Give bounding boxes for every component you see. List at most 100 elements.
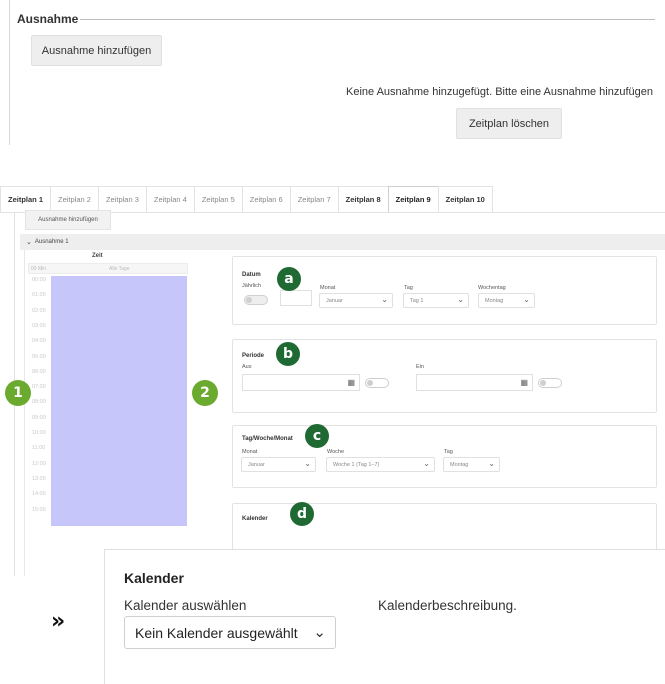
tab-schedule-6[interactable]: Zeitplan 6 <box>241 186 291 212</box>
tab-schedule-7[interactable]: Zeitplan 7 <box>289 186 339 212</box>
schedule-editor: Zeitplan 1 Zeitplan 2 Zeitplan 3 Zeitplan 4… <box>0 181 665 576</box>
time-label: 14:00 <box>32 491 46 498</box>
exception-accordion-header[interactable]: ⌄ Ausnahme 1 <box>20 234 665 250</box>
month-select-value: Januar <box>326 297 343 304</box>
toggle-knob <box>367 380 373 386</box>
calendar-select-label: Kalender auswählen <box>124 598 247 613</box>
weekday-label: Wochentag <box>478 285 506 291</box>
dwm-day-label: Tag <box>444 449 453 455</box>
day-select-value: Tag 1 <box>410 297 424 304</box>
calendar-title: Kalender <box>124 570 184 586</box>
chevron-down-icon: ⌄ <box>26 239 32 246</box>
dwm-week-label: Woche <box>327 449 345 455</box>
time-label: 12:00 <box>32 460 46 467</box>
time-label: 07:00 <box>32 384 46 391</box>
month-label: Monat <box>320 285 336 291</box>
month-select[interactable]: Januar ⌄ <box>319 293 393 308</box>
time-label: 03:00 <box>32 322 46 329</box>
time-label: 06:00 <box>32 368 46 375</box>
tab-schedule-8[interactable]: Zeitplan 8 <box>337 186 389 212</box>
weekday-select[interactable]: Montag ⌄ <box>478 293 535 308</box>
time-label: 05:00 <box>32 353 46 360</box>
chevron-down-icon: ⌄ <box>423 459 430 468</box>
yearly-toggle[interactable] <box>244 295 268 305</box>
schedule-tabs: Zeitplan 1 Zeitplan 2 Zeitplan 3 Zeitplan 4… <box>0 186 493 212</box>
chevron-down-icon: ⌄ <box>523 295 530 304</box>
tab-schedule-1[interactable]: Zeitplan 1 <box>0 186 52 212</box>
day-week-month-card: Tag/Woche/Monat Monat Januar ⌄ Woche Woc… <box>232 425 657 488</box>
panel-border <box>9 0 10 145</box>
dwm-week-select[interactable]: Woche 1 (Tag 1–7) ⌄ <box>326 457 435 472</box>
toggle-knob <box>540 380 546 386</box>
time-label: 04:00 <box>32 338 46 345</box>
time-grid-header: 00 Min Alle Tage <box>28 263 188 274</box>
tab-schedule-9[interactable]: Zeitplan 9 <box>387 186 439 212</box>
dwm-week-value: Woche 1 (Tag 1–7) <box>333 461 380 468</box>
badge-2: 2 <box>192 380 218 406</box>
time-label: 08:00 <box>32 399 46 406</box>
time-label: 10:00 <box>32 430 46 436</box>
dwm-month-select[interactable]: Januar ⌄ <box>241 457 316 472</box>
chevron-down-icon: ⌄ <box>304 459 311 468</box>
badge-b: b <box>276 342 300 366</box>
delete-schedule-button[interactable]: Zeitplan löschen <box>456 108 562 139</box>
add-exception-button[interactable]: Ausnahme hinzufügen <box>31 35 162 66</box>
period-start-toggle[interactable] <box>365 378 389 388</box>
chevron-down-icon: ⌄ <box>457 295 464 304</box>
calendar-description-label: Kalenderbeschreibung. <box>378 598 517 613</box>
calendar-select[interactable]: Kein Kalender ausgewählt ⌄ <box>124 616 336 649</box>
time-grid-selection[interactable] <box>51 276 187 526</box>
toggle-knob <box>246 297 252 303</box>
date-card-title: Datum <box>242 272 261 278</box>
period-card-title: Periode <box>242 353 265 359</box>
double-chevron-right-icon: » <box>51 609 65 634</box>
time-label: 09:00 <box>32 414 46 421</box>
time-grid-header-right: Alle Tage <box>109 266 130 272</box>
badge-c: c <box>305 424 329 448</box>
calendar-select-value: Kein Kalender ausgewählt <box>135 624 298 641</box>
period-end-date[interactable]: ▦ <box>416 374 533 391</box>
time-label: 00:00 <box>32 277 46 283</box>
weekday-select-value: Montag <box>485 297 504 304</box>
chevron-down-icon: ⌄ <box>313 624 326 641</box>
time-header: Zeit <box>92 253 103 259</box>
period-end-toggle[interactable] <box>538 378 562 388</box>
time-label: 15:00 <box>32 506 46 513</box>
time-label: 11:00 <box>32 445 46 452</box>
badge-d: d <box>290 502 314 526</box>
exception-section: Ausnahme Ausnahme hinzufügen Keine Ausna… <box>0 0 665 150</box>
time-grid-header-left: 00 Min <box>31 266 47 272</box>
chevron-down-icon: ⌄ <box>381 295 388 304</box>
chevron-down-icon: ⌄ <box>488 459 495 468</box>
time-panel-border <box>24 250 25 576</box>
section-divider <box>80 19 655 20</box>
dwm-day-value: Montag <box>450 461 469 468</box>
badge-1: 1 <box>5 380 31 406</box>
dwm-day-select[interactable]: Montag ⌄ <box>443 457 500 472</box>
tab-schedule-10[interactable]: Zeitplan 10 <box>437 186 493 212</box>
time-label: 01:00 <box>32 292 46 299</box>
calendar-icon[interactable]: ▦ <box>347 378 355 387</box>
time-label: 02:00 <box>32 307 46 314</box>
tab-schedule-5[interactable]: Zeitplan 5 <box>193 186 243 212</box>
badge-a: a <box>277 267 301 291</box>
date-card: Datum Jährlich Monat Januar ⌄ Tag Tag 1 … <box>232 256 657 325</box>
period-on-label: Ein <box>416 364 424 370</box>
yearly-label: Jährlich <box>242 283 261 289</box>
dwm-month-label: Monat <box>242 449 258 455</box>
tab-schedule-2[interactable]: Zeitplan 2 <box>50 186 99 212</box>
accordion-label: Ausnahme 1 <box>34 239 69 245</box>
calendar-icon[interactable]: ▦ <box>520 378 528 387</box>
calendar-zoom-panel: Kalender Kalender auswählen Kalenderbesc… <box>104 549 665 684</box>
tab-schedule-4[interactable]: Zeitplan 4 <box>145 186 195 212</box>
day-label: Tag <box>404 285 413 291</box>
period-start-date[interactable]: ▦ <box>242 374 360 391</box>
time-label: 13:00 <box>32 475 46 482</box>
day-select[interactable]: Tag 1 ⌄ <box>403 293 469 308</box>
year-input[interactable] <box>280 290 312 306</box>
period-off-label: Aus <box>242 364 252 370</box>
calendar-card-title: Kalender <box>242 516 268 522</box>
add-exception-button-small[interactable]: Ausnahme hinzufügen <box>25 210 111 230</box>
section-title: Ausnahme <box>17 12 79 26</box>
tab-schedule-3[interactable]: Zeitplan 3 <box>97 186 147 212</box>
